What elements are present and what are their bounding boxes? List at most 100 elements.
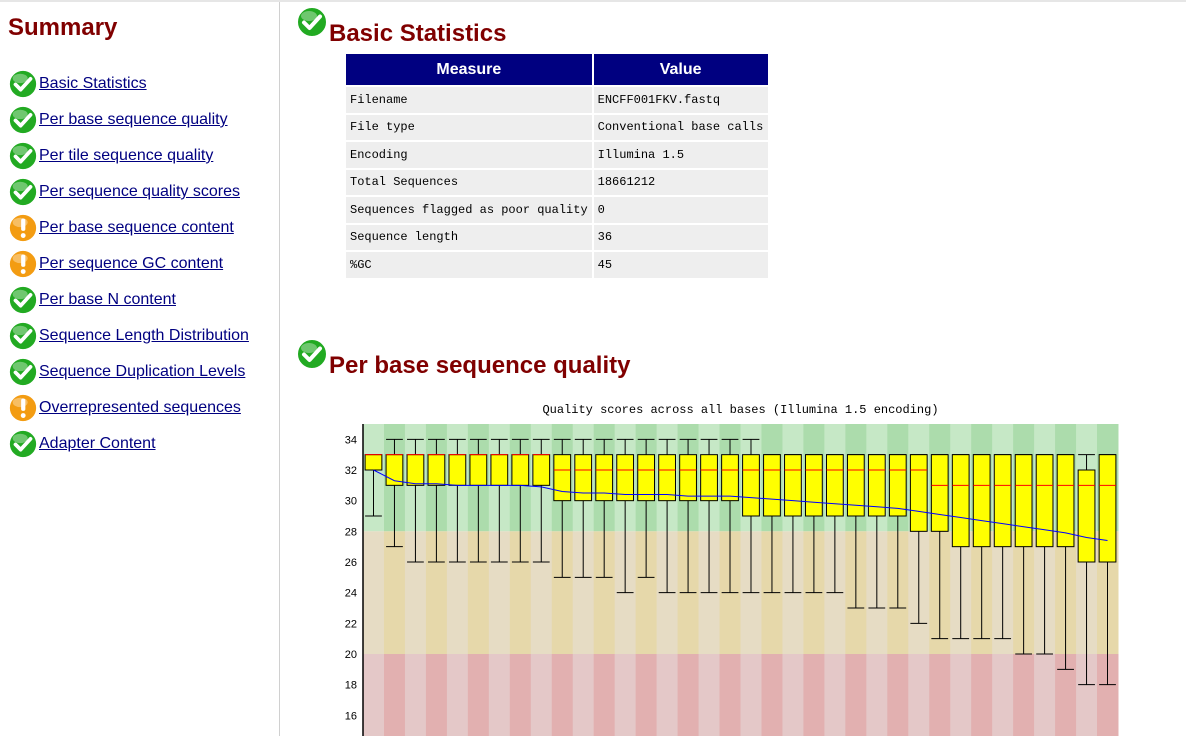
y-tick-label: 30 bbox=[345, 496, 357, 508]
nav-link[interactable]: Adapter Content bbox=[39, 435, 156, 453]
box bbox=[469, 454, 488, 486]
y-tick-label: 20 bbox=[345, 649, 357, 661]
exclamation-dot bbox=[20, 269, 26, 274]
summary-title: Summary bbox=[8, 14, 118, 41]
measure-cell: Sequence length bbox=[346, 224, 592, 250]
table-row: %GC 45 bbox=[346, 252, 768, 278]
nav-link[interactable]: Per sequence GC content bbox=[39, 255, 223, 273]
zone-poor bbox=[761, 654, 783, 741]
zone-poor bbox=[488, 654, 511, 741]
y-tick-label: 16 bbox=[345, 710, 357, 722]
value-cell: 36 bbox=[593, 224, 768, 250]
box bbox=[406, 454, 425, 486]
box bbox=[846, 454, 865, 517]
quality-chart: Quality scores across all bases (Illumin… bbox=[296, 398, 1186, 741]
box bbox=[721, 454, 739, 502]
basic-statistics-title: Basic Statistics bbox=[329, 20, 507, 47]
basic-statistics-table: Measure Value Filename ENCFF001FKV.fastq … bbox=[344, 52, 770, 280]
nav-link[interactable]: Per base sequence content bbox=[39, 219, 234, 237]
table-header-row: Measure Value bbox=[346, 54, 768, 85]
zone-poor bbox=[593, 654, 616, 741]
pass-icon bbox=[8, 285, 38, 315]
nav-link[interactable]: Per sequence quality scores bbox=[39, 183, 240, 201]
exclamation-dot bbox=[20, 413, 26, 418]
zone-reasonable bbox=[383, 531, 406, 654]
zone-poor bbox=[929, 654, 951, 741]
nav-item: Sequence Length Distribution bbox=[8, 318, 249, 354]
nav-link[interactable]: Overrepresented sequences bbox=[39, 399, 241, 417]
zone-poor bbox=[866, 654, 888, 741]
y-tick-label: 26 bbox=[345, 557, 357, 569]
box bbox=[972, 454, 991, 548]
zone-poor bbox=[824, 654, 846, 741]
chart-title: Quality scores across all bases (Illumin… bbox=[542, 403, 938, 417]
nav-link[interactable]: Sequence Length Distribution bbox=[39, 327, 249, 345]
y-tick-label: 34 bbox=[345, 434, 357, 446]
zone-poor bbox=[971, 654, 993, 741]
nav-item: Per sequence GC content bbox=[8, 246, 249, 282]
nav-item: Adapter Content bbox=[8, 426, 249, 462]
zone-poor bbox=[635, 654, 658, 741]
value-cell: Conventional base calls bbox=[593, 114, 768, 140]
zone-poor bbox=[1013, 654, 1035, 741]
box bbox=[427, 454, 446, 486]
box bbox=[930, 454, 949, 532]
table-row: Filename ENCFF001FKV.fastq bbox=[346, 87, 768, 113]
box bbox=[888, 454, 907, 517]
pass-icon bbox=[297, 7, 327, 37]
summary-sidebar: Summary Basic Statistics Per base sequenc… bbox=[0, 2, 280, 736]
zone-poor bbox=[1034, 654, 1056, 741]
zone-poor bbox=[845, 654, 867, 741]
y-tick-label: 32 bbox=[345, 465, 357, 477]
nav-item: Per base sequence quality bbox=[8, 102, 249, 138]
box bbox=[532, 454, 551, 486]
nav-link[interactable]: Per tile sequence quality bbox=[39, 147, 213, 165]
per-base-quality-heading: Per base sequence quality bbox=[296, 339, 631, 380]
measure-cell: Sequences flagged as poor quality bbox=[346, 197, 592, 223]
table-row: File type Conventional base calls bbox=[346, 114, 768, 140]
box bbox=[553, 454, 572, 502]
table-row: Total Sequences 18661212 bbox=[346, 169, 768, 195]
table-row: Sequence length 36 bbox=[346, 224, 768, 250]
y-tick-label: 24 bbox=[345, 588, 357, 600]
pass-icon bbox=[297, 339, 327, 369]
basic-statistics-heading: Basic Statistics bbox=[296, 7, 507, 48]
value-cell: 45 bbox=[593, 252, 768, 278]
value-cell: ENCFF001FKV.fastq bbox=[593, 87, 768, 113]
zone-poor bbox=[467, 654, 490, 741]
pass-icon bbox=[8, 429, 38, 459]
exclamation-bar bbox=[21, 398, 26, 411]
nav-link[interactable]: Sequence Duplication Levels bbox=[39, 363, 245, 381]
box bbox=[1035, 454, 1054, 548]
box bbox=[1077, 469, 1096, 563]
zone-reasonable bbox=[363, 531, 385, 654]
icon-highlight bbox=[12, 253, 28, 264]
box bbox=[993, 454, 1012, 548]
nav-link[interactable]: Per base sequence quality bbox=[39, 111, 228, 129]
table-row: Encoding Illumina 1.5 bbox=[346, 142, 768, 168]
zone-poor bbox=[404, 654, 427, 741]
zone-poor bbox=[719, 654, 741, 741]
box bbox=[364, 454, 383, 471]
box bbox=[784, 454, 802, 517]
nav-item: Per base sequence content bbox=[8, 210, 249, 246]
box bbox=[700, 454, 718, 502]
table-row: Sequences flagged as poor quality 0 bbox=[346, 197, 768, 223]
header-value: Value bbox=[593, 54, 768, 85]
pass-icon bbox=[8, 321, 38, 351]
value-cell: 18661212 bbox=[593, 169, 768, 195]
measure-cell: Encoding bbox=[346, 142, 592, 168]
nav-link[interactable]: Per base N content bbox=[39, 291, 176, 309]
value-cell: Illumina 1.5 bbox=[593, 142, 768, 168]
box bbox=[742, 454, 760, 517]
value-cell: 0 bbox=[593, 197, 768, 223]
box bbox=[951, 454, 970, 548]
nav-link[interactable]: Basic Statistics bbox=[39, 75, 147, 93]
per-base-quality-title: Per base sequence quality bbox=[329, 352, 631, 379]
measure-cell: Total Sequences bbox=[346, 169, 592, 195]
y-tick-label: 22 bbox=[345, 618, 357, 630]
nav-item: Basic Statistics bbox=[8, 66, 249, 102]
y-tick-label: 18 bbox=[345, 680, 357, 692]
box bbox=[1014, 454, 1033, 548]
nav-item: Per sequence quality scores bbox=[8, 174, 249, 210]
